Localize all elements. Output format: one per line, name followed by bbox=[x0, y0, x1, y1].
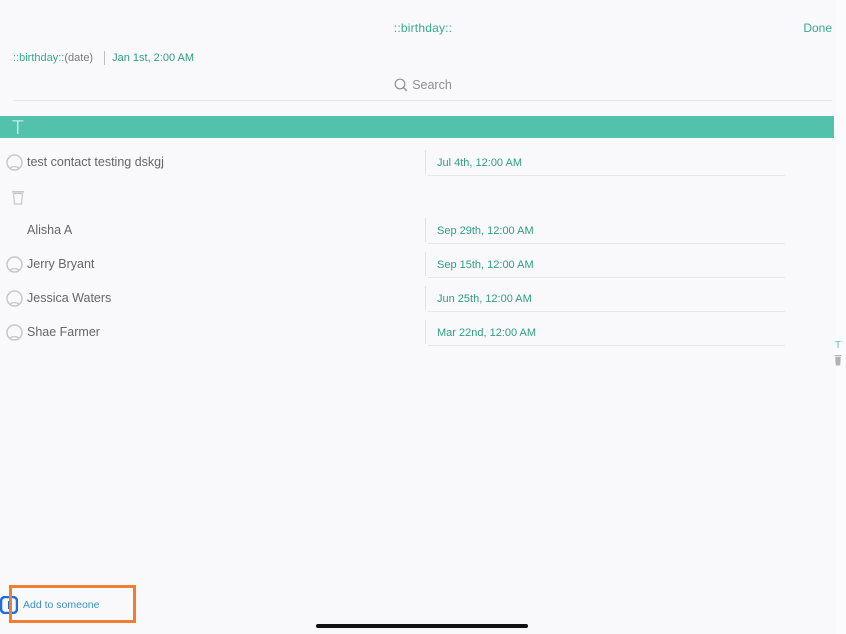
search-bar[interactable]: Search bbox=[0, 78, 846, 92]
delete-button[interactable] bbox=[11, 189, 25, 210]
home-indicator bbox=[316, 624, 528, 628]
contact-row[interactable]: Shae Farmer Mar 22nd, 12:00 AM bbox=[0, 316, 846, 350]
add-to-someone-button[interactable] bbox=[9, 585, 136, 623]
contact-name: test contact testing dskgj bbox=[27, 155, 164, 169]
search-icon bbox=[394, 78, 408, 92]
field-value[interactable]: Jan 1st, 2:00 AM bbox=[112, 52, 194, 64]
contact-date[interactable]: Jul 4th, 12:00 AM bbox=[437, 157, 522, 169]
row-divider bbox=[425, 320, 426, 344]
field-token: ::birthday:: bbox=[13, 52, 65, 64]
row-divider bbox=[425, 218, 426, 242]
trash-icon bbox=[12, 191, 24, 205]
row-divider bbox=[425, 150, 426, 174]
contact-row[interactable]: Jerry Bryant Sep 15th, 12:00 AM bbox=[0, 248, 846, 282]
avatar-placeholder-icon bbox=[6, 154, 23, 171]
contact-date[interactable]: Jun 25th, 12:00 AM bbox=[437, 293, 532, 305]
row-divider bbox=[425, 286, 426, 310]
date-underline bbox=[428, 277, 785, 278]
contact-date[interactable]: Sep 15th, 12:00 AM bbox=[437, 259, 534, 271]
contact-date[interactable]: Sep 29th, 12:00 AM bbox=[437, 225, 534, 237]
field-row: ::birthday:: (date) Jan 1st, 2:00 AM bbox=[13, 51, 194, 65]
contact-row[interactable]: test contact testing dskgj Jul 4th, 12:0… bbox=[0, 146, 846, 180]
contact-row[interactable]: Alisha A Sep 29th, 12:00 AM bbox=[0, 214, 846, 248]
section-header bbox=[0, 116, 834, 138]
date-underline bbox=[428, 243, 785, 244]
field-type: (date) bbox=[64, 52, 94, 64]
date-underline bbox=[428, 175, 785, 176]
search-divider bbox=[14, 100, 832, 101]
done-button[interactable]: Done bbox=[803, 21, 832, 35]
avatar-placeholder-icon bbox=[6, 290, 23, 307]
avatar-placeholder-icon bbox=[6, 324, 23, 341]
contact-name: Alisha A bbox=[27, 223, 73, 237]
section-header-letter: T bbox=[12, 117, 24, 139]
contact-name: Jerry Bryant bbox=[27, 257, 95, 271]
contact-name: Shae Farmer bbox=[27, 325, 100, 339]
search-placeholder: Search bbox=[412, 78, 452, 92]
avatar-placeholder-icon bbox=[6, 256, 23, 273]
field-divider bbox=[104, 51, 106, 65]
trash-icon[interactable] bbox=[834, 354, 842, 366]
contact-date[interactable]: Mar 22nd, 12:00 AM bbox=[437, 327, 536, 339]
nav-title: ::birthday:: bbox=[393, 21, 453, 35]
date-underline bbox=[428, 345, 785, 346]
row-divider bbox=[425, 252, 426, 276]
section-index[interactable]: T bbox=[834, 340, 842, 371]
section-index-letter[interactable]: T bbox=[834, 340, 842, 351]
contact-name: Jessica Waters bbox=[27, 291, 112, 305]
contact-row[interactable]: Jessica Waters Jun 25th, 12:00 AM bbox=[0, 282, 846, 316]
date-underline bbox=[428, 311, 785, 312]
